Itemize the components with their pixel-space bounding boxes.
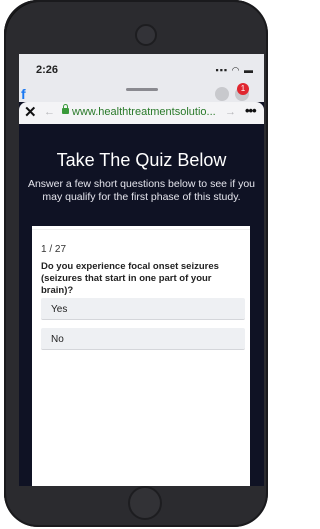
background-app-peek: f 1 xyxy=(19,83,264,102)
sheet-grabber[interactable] xyxy=(126,88,158,91)
page-title: Take The Quiz Below xyxy=(56,150,227,170)
phone-screen: 2:26 ▪▪▪ ◠ ▬ f 1 ✕ ← www.healthtreatment… xyxy=(19,54,264,486)
phone-frame: 2:26 ▪▪▪ ◠ ▬ f 1 ✕ ← www.healthtreatment… xyxy=(4,0,268,527)
url-text[interactable]: www.healthtreatmentsolutio... xyxy=(72,106,216,118)
signal-icon: ▪▪▪ xyxy=(215,65,229,75)
home-button[interactable] xyxy=(128,486,162,520)
answer-label: Yes xyxy=(51,304,68,315)
background-app-logo: f xyxy=(21,86,26,102)
background-search-button xyxy=(215,87,229,101)
back-arrow-icon[interactable]: ← xyxy=(44,106,55,118)
wifi-icon: ◠ xyxy=(231,65,241,75)
status-time: 2:26 xyxy=(36,64,59,76)
more-options-icon[interactable]: ••• xyxy=(245,103,257,118)
answer-no-button[interactable]: No xyxy=(41,328,245,350)
question-text: Do you experience focal onset seizures (… xyxy=(41,261,219,296)
answer-yes-button[interactable]: Yes xyxy=(41,298,245,320)
answer-label: No xyxy=(51,334,64,345)
front-camera xyxy=(135,24,157,46)
notification-badge: 1 xyxy=(237,83,249,95)
quiz-card: 1 / 27 Do you experience focal onset sei… xyxy=(32,226,250,486)
browser-url-bar: ✕ ← www.healthtreatmentsolutio... → ••• xyxy=(19,102,264,124)
background-messenger-button: 1 xyxy=(235,83,249,101)
status-icons: ▪▪▪ ◠ ▬ xyxy=(216,65,254,76)
question-counter: 1 / 27 xyxy=(41,244,67,255)
forward-arrow-icon[interactable]: → xyxy=(225,106,236,118)
page-subtitle: Answer a few short questions below to se… xyxy=(27,178,256,203)
status-bar: 2:26 ▪▪▪ ◠ ▬ f 1 xyxy=(19,54,264,102)
battery-icon: ▬ xyxy=(244,65,254,75)
progress-track xyxy=(32,229,250,230)
lock-icon xyxy=(62,104,69,114)
close-icon[interactable]: ✕ xyxy=(24,103,37,121)
